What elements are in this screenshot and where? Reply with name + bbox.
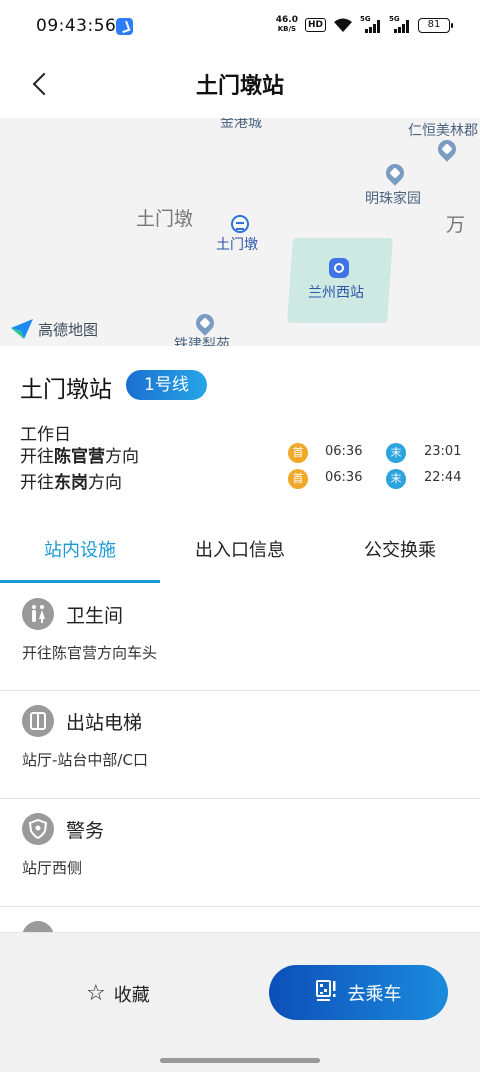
favorite-label: 收藏 [113, 985, 150, 1006]
map-area-wan: 万 [446, 214, 466, 236]
home-indicator[interactable] [160, 1058, 320, 1063]
go-ride-label: 去乘车 [347, 983, 402, 1005]
status-indicators: 46.0 KB/S HD 5G 5G 81 [276, 15, 453, 34]
station-name: 土门墩站 [20, 377, 112, 403]
poi-pin-icon [434, 136, 460, 162]
direction-text: 开往东岗方向 [20, 468, 122, 493]
tab-bus-transfer[interactable]: 公交换乘 [320, 518, 480, 584]
network-speed-unit: KB/S [277, 25, 297, 33]
map-area-tumendun: 土门墩 [136, 208, 194, 230]
restroom-icon [22, 598, 54, 630]
station-map[interactable]: 金港城 仁恒美林郡 明珠家园 土门墩 万 土门墩 兰州西站 铁建梨苑 高德地图 [0, 118, 480, 346]
facility-description: 站厅西侧 [22, 859, 83, 877]
page-header: 土门墩站 [0, 56, 480, 116]
metro-station-icon [231, 215, 249, 233]
favorite-button[interactable]: ☆ 收藏 [86, 979, 150, 1009]
facility-description: 站厅-站台中部/C口 [22, 751, 148, 769]
last-train-tag: 末 [386, 469, 406, 489]
direction-prefix: 开往 [20, 473, 54, 493]
direction-suffix: 方向 [88, 473, 122, 493]
last-train-tag: 末 [386, 443, 406, 463]
direction-row: 开往陈官营方向 首 06:36 末 23:01 [20, 442, 462, 467]
battery-icon: 81 [418, 17, 453, 33]
map-label-tiejian[interactable]: 铁建梨苑 [174, 334, 230, 346]
signal-2-label: 5G [389, 15, 400, 23]
direction-suffix: 方向 [105, 447, 139, 467]
map-station-lanzhouxi[interactable]: 兰州西站 [308, 282, 364, 302]
bottom-action-bar: ☆ 收藏 去乘车 [0, 932, 480, 1072]
qr-code-icon [315, 979, 338, 1006]
direction-destination: 陈官营 [54, 447, 105, 467]
facility-title: 警务 [66, 820, 105, 842]
map-label-mingzhu[interactable]: 明珠家园 [365, 188, 421, 208]
direction-text: 开往陈官营方向 [20, 442, 139, 467]
amap-logo: 高德地图 [10, 318, 98, 340]
police-shield-icon [22, 813, 54, 845]
signal-1-label: 5G [360, 15, 371, 23]
facility-item[interactable]: 警务 站厅西侧 [0, 798, 480, 906]
network-speed: 46.0 KB/S [276, 16, 298, 34]
star-icon: ☆ [86, 981, 106, 1006]
signal-icon-2: 5G [389, 15, 411, 33]
last-train-time: 22:44 [424, 470, 462, 485]
first-train-time: 06:36 [325, 470, 363, 485]
tab-station-facilities[interactable]: 站内设施 [0, 518, 160, 584]
facility-item[interactable]: 出站电梯 站厅-站台中部/C口 [0, 690, 480, 798]
first-train-tag: 首 [288, 443, 308, 463]
go-ride-button[interactable]: 去乘车 [269, 965, 448, 1020]
elevator-icon [22, 705, 54, 737]
map-label-renheng[interactable]: 仁恒美林郡 [408, 120, 478, 140]
signal-icon-1: 5G [360, 15, 382, 33]
network-speed-value: 46.0 [275, 15, 298, 25]
page-title: 土门墩站 [195, 74, 284, 99]
direction-prefix: 开往 [20, 447, 54, 467]
railway-station-icon [329, 258, 349, 278]
facility-description: 开往陈官营方向车头 [22, 644, 158, 662]
last-train-time: 23:01 [424, 444, 462, 459]
first-train-tag: 首 [288, 469, 308, 489]
notification-app-icon [116, 18, 133, 35]
map-station-tumendun[interactable]: 土门墩 [216, 234, 258, 254]
facility-title: 卫生间 [66, 605, 124, 627]
facility-title: 出站电梯 [66, 712, 143, 734]
poi-pin-icon [382, 160, 408, 186]
tab-bar: 站内设施 出入口信息 公交换乘 [0, 518, 480, 584]
wifi-icon [333, 18, 353, 33]
tab-active-indicator [0, 580, 160, 583]
status-time: 09:43:56 [36, 16, 117, 36]
first-train-time: 06:36 [325, 444, 363, 459]
map-green-area [287, 238, 393, 323]
station-info: 土门墩站 1号线 工作日 开往陈官营方向 首 06:36 末 23:01 开往东… [0, 346, 480, 518]
status-bar: 09:43:56 46.0 KB/S HD 5G 5G 81 [0, 0, 480, 56]
amap-logo-icon [10, 318, 34, 340]
map-label-jingangcheng: 金港城 [220, 118, 262, 131]
direction-row: 开往东岗方向 首 06:36 末 22:44 [20, 468, 462, 493]
amap-logo-text: 高德地图 [38, 320, 99, 339]
line-badge[interactable]: 1号线 [126, 370, 207, 400]
facility-item[interactable]: 卫生间 开往陈官营方向车头 [0, 584, 480, 692]
tab-entrance-info[interactable]: 出入口信息 [160, 518, 320, 584]
direction-destination: 东岗 [54, 473, 88, 493]
poi-pin-icon [192, 310, 218, 336]
hd-badge: HD [304, 18, 326, 32]
